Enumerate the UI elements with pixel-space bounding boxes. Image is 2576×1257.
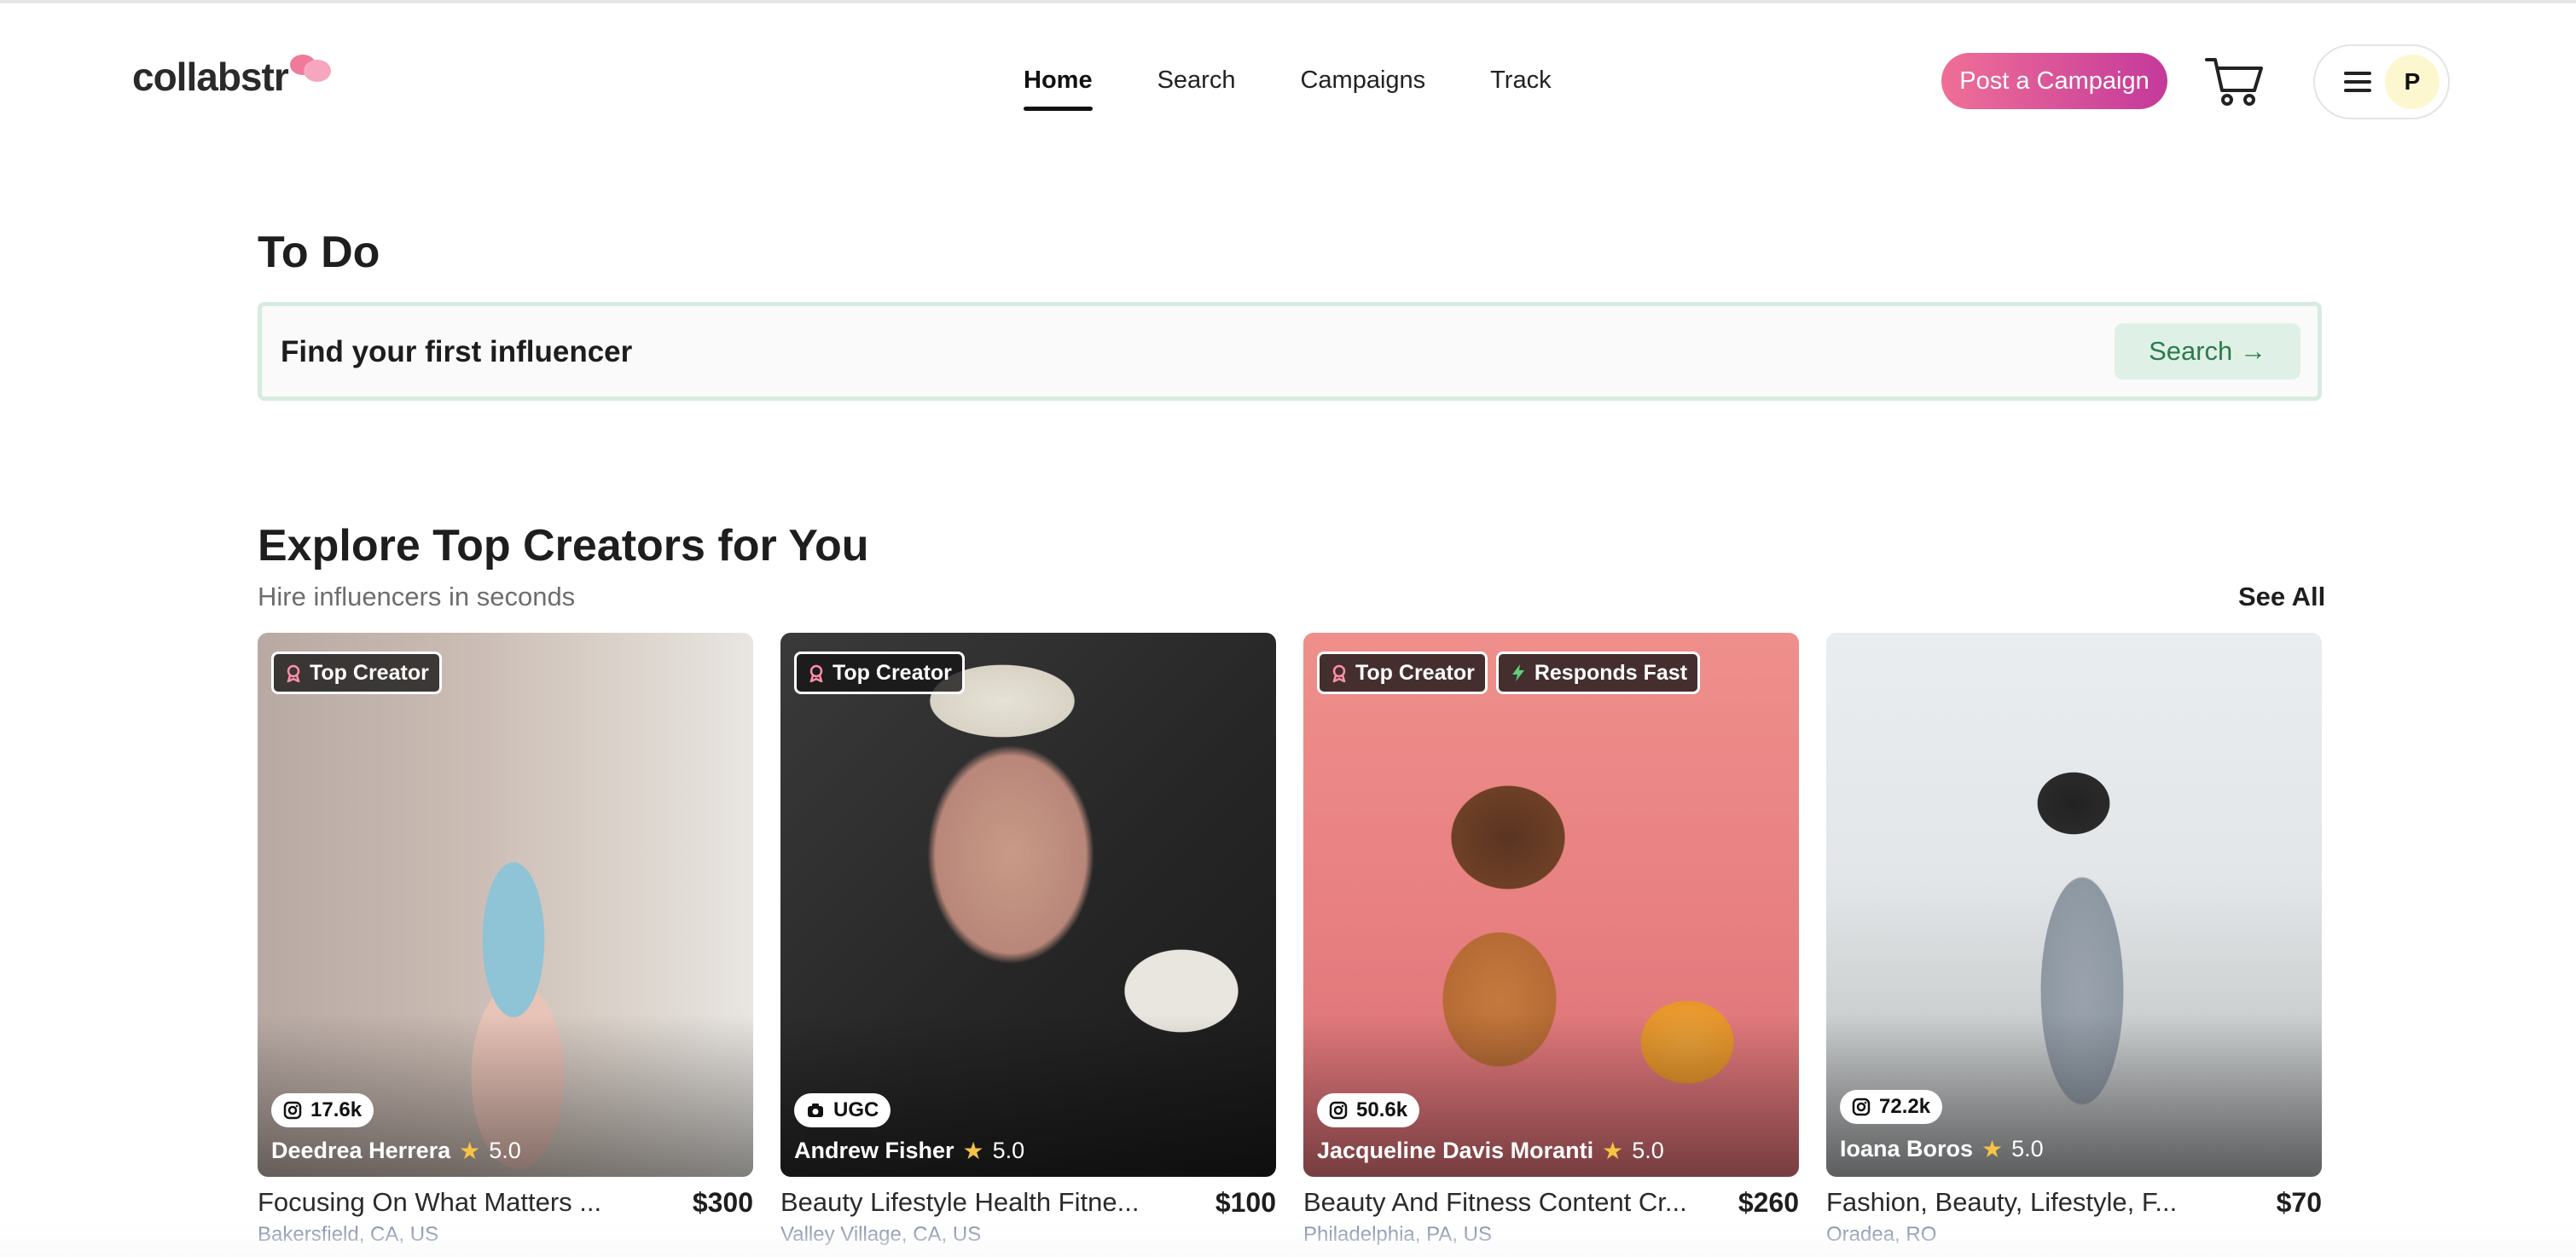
todo-heading: To Do [258,228,380,277]
instagram-icon [283,1101,302,1120]
badge-label: Top Creator [310,660,429,685]
instagram-icon [1329,1101,1348,1120]
creator-title[interactable]: Fashion, Beauty, Lifestyle, F... [1826,1187,2177,1218]
award-icon [1332,664,1346,682]
badge-list: Top Creator [271,652,442,694]
creator-title[interactable]: Focusing On What Matters ... [258,1187,601,1218]
badge-label: Top Creator [833,660,952,685]
collabstr-logo[interactable]: collabstr [132,53,333,101]
hamburger-icon [2344,72,2371,92]
main-nav: Home Search Campaigns Track [1024,63,1552,111]
nav-campaigns[interactable]: Campaigns [1300,63,1425,97]
creator-card[interactable]: Top Creator Responds Fast 50.6k Jacqueli… [1303,633,1799,1246]
responds-fast-badge: Responds Fast [1495,652,1701,694]
creator-rating: 5.0 [1632,1138,1664,1163]
creator-price: $260 [1738,1187,1799,1218]
badge-label: Top Creator [1355,660,1475,685]
follower-count-pill: 17.6k [271,1093,374,1127]
creator-location: Oradea, RO [1826,1223,1937,1246]
creator-photo[interactable]: 72.2k Ioana Boros ★ 5.0 [1826,633,2322,1177]
cart-icon[interactable] [2205,55,2265,107]
creator-name: Jacqueline Davis Moranti [1317,1138,1594,1163]
todo-task-label: Find your first influencer [281,335,633,368]
follower-count-pill: 72.2k [1840,1090,1943,1124]
top-creator-badge: Top Creator [794,652,965,694]
creator-name-row: Andrew Fisher ★ 5.0 [794,1137,1024,1165]
creator-rating: 5.0 [489,1138,521,1163]
creator-name-row: Ioana Boros ★ 5.0 [1840,1135,2044,1163]
creator-location: Valley Village, CA, US [780,1223,982,1246]
award-icon [809,664,823,682]
creator-rating: 5.0 [992,1138,1025,1163]
badge-label: Responds Fast [1534,660,1688,685]
top-creator-badge: Top Creator [271,652,442,694]
speech-bubbles-icon [288,51,333,92]
award-icon [287,664,300,682]
creator-photo[interactable]: Top Creator 17.6k Deedrea Herrera ★ 5.0 [258,633,753,1177]
avatar: P [2385,55,2440,109]
creator-price: $300 [692,1187,753,1218]
star-icon: ★ [1981,1136,2004,1162]
follower-count: 72.2k [1879,1095,1931,1118]
todo-search-button[interactable]: Search → [2115,323,2300,379]
badge-list: Top Creator Responds Fast [1317,652,1701,694]
camera-icon [808,1103,823,1117]
creator-title[interactable]: Beauty Lifestyle Health Fitne... [780,1187,1139,1218]
follower-count: 50.6k [1356,1098,1408,1121]
creator-name: Andrew Fisher [794,1138,954,1163]
instagram-icon [1852,1098,1871,1116]
explore-subtitle: Hire influencers in seconds [258,582,576,611]
ugc-label: UGC [833,1098,879,1121]
follower-count-pill: 50.6k [1317,1093,1420,1127]
ugc-pill: UGC [794,1093,891,1127]
nav-search[interactable]: Search [1157,63,1236,97]
creator-photo[interactable]: Top Creator UGC Andrew Fisher ★ 5.0 [780,633,1276,1177]
badge-list: Top Creator [794,652,965,694]
nav-home[interactable]: Home [1024,63,1093,111]
star-icon: ★ [1602,1138,1624,1164]
creator-location: Bakersfield, CA, US [258,1223,439,1246]
creator-price: $100 [1215,1187,1276,1218]
star-icon: ★ [962,1138,984,1164]
todo-card[interactable]: Find your first influencer Search → [258,302,2322,401]
follower-count: 17.6k [310,1098,363,1121]
see-all-link[interactable]: See All [2238,582,2325,612]
creator-title[interactable]: Beauty And Fitness Content Cr... [1303,1187,1687,1218]
creator-name: Ioana Boros [1840,1136,1974,1161]
creator-name: Deedrea Herrera [271,1138,451,1163]
account-menu-button[interactable]: P [2313,44,2450,119]
logo-wordmark: collabstr [132,55,289,99]
lightning-icon [1511,664,1524,681]
creator-name-row: Jacqueline Davis Moranti ★ 5.0 [1317,1137,1664,1165]
top-creator-badge: Top Creator [1317,652,1488,694]
creator-location: Philadelphia, PA, US [1303,1223,1493,1246]
nav-track[interactable]: Track [1490,63,1551,97]
star-icon: ★ [459,1138,481,1164]
creator-card[interactable]: Top Creator 17.6k Deedrea Herrera ★ 5.0 … [258,633,753,1246]
creator-photo[interactable]: Top Creator Responds Fast 50.6k Jacqueli… [1303,633,1799,1177]
creator-card[interactable]: Top Creator UGC Andrew Fisher ★ 5.0 Beau… [780,633,1276,1246]
creator-rating: 5.0 [2011,1136,2044,1161]
creator-name-row: Deedrea Herrera ★ 5.0 [271,1137,521,1165]
top-navbar: collabstr Home Search Campaigns Track Po… [0,3,2576,157]
post-campaign-button[interactable]: Post a Campaign [1941,53,2167,109]
creator-price: $70 [2276,1187,2322,1218]
explore-heading: Explore Top Creators for You [258,521,869,571]
creator-card[interactable]: 72.2k Ioana Boros ★ 5.0 Fashion, Beauty,… [1826,633,2322,1246]
page: collabstr Home Search Campaigns Track Po… [0,0,2576,1257]
